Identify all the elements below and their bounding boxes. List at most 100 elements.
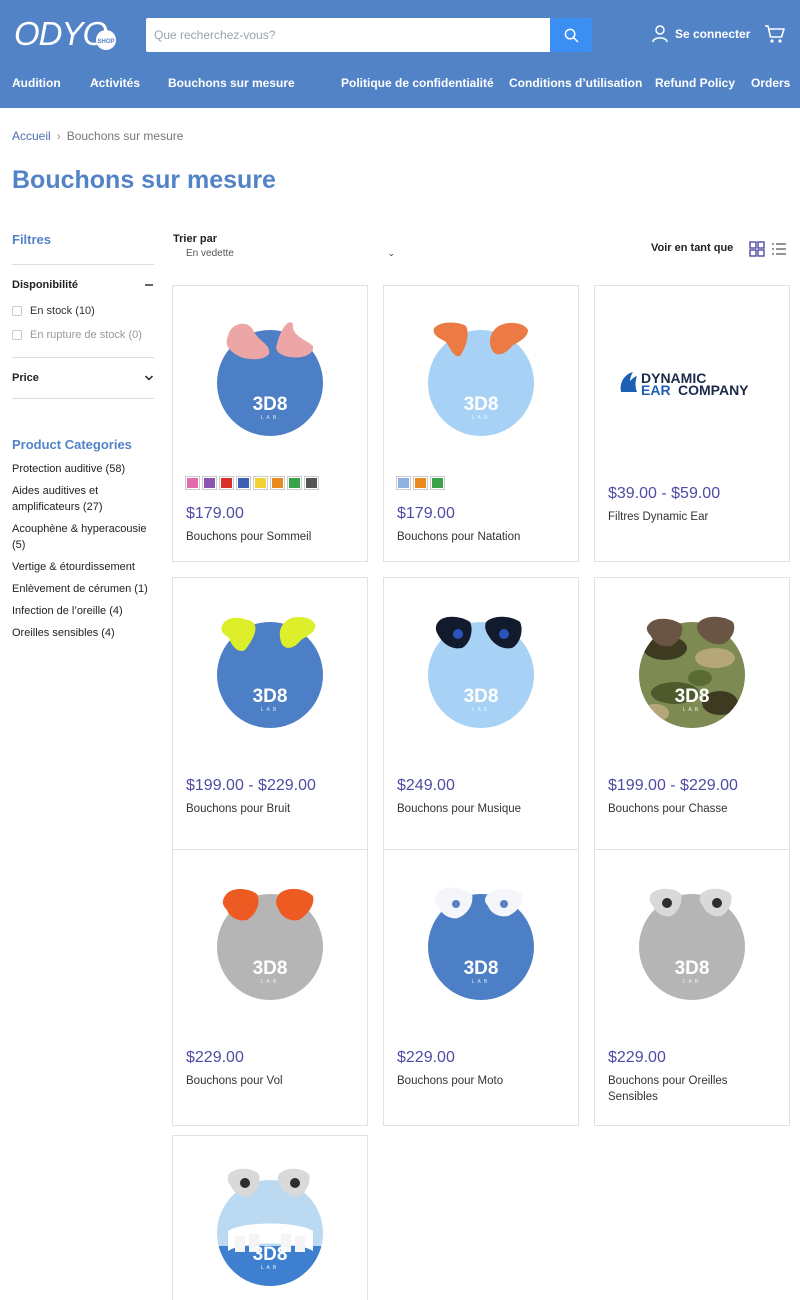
cart-icon <box>765 25 785 43</box>
search-button[interactable] <box>550 18 592 52</box>
product-price: $229.00 <box>397 1049 455 1066</box>
svg-text:LAB: LAB <box>683 707 701 713</box>
product-name[interactable]: Bouchons pour Bruit <box>186 801 358 817</box>
product-name[interactable]: Bouchons pour Musique <box>397 801 569 817</box>
product-name[interactable]: Bouchons pour Chasse <box>608 801 780 817</box>
product-image[interactable]: 3D8 LAB <box>173 1136 367 1300</box>
svg-text:SHOP: SHOP <box>97 39 114 45</box>
category-link[interactable]: Enlèvement de cérumen (1) <box>12 581 154 597</box>
svg-text:3D8: 3D8 <box>253 958 288 979</box>
color-swatch[interactable] <box>185 476 200 490</box>
categories-title: Product Categories <box>12 437 132 452</box>
color-swatch[interactable] <box>413 476 428 490</box>
grid-view-icon[interactable] <box>749 241 765 257</box>
svg-text:COMPANY: COMPANY <box>678 382 749 398</box>
svg-text:3D8: 3D8 <box>464 958 499 979</box>
color-swatch[interactable] <box>287 476 302 490</box>
svg-text:3D8: 3D8 <box>675 686 710 707</box>
color-swatch[interactable] <box>430 476 445 490</box>
checkbox[interactable] <box>12 306 22 316</box>
product-name[interactable]: Bouchons pour Sommeil <box>186 529 358 545</box>
svg-text:LAB: LAB <box>261 1265 279 1271</box>
product-name[interactable]: Bouchons pour Moto <box>397 1073 569 1089</box>
svg-text:LAB: LAB <box>261 415 279 421</box>
category-link[interactable]: Oreilles sensibles (4) <box>12 625 154 641</box>
search-input[interactable] <box>146 18 550 52</box>
product-card[interactable]: 3D8 LAB $179.00 Bouchons pour Sommeil <box>172 285 368 562</box>
list-view-icon[interactable] <box>771 241 787 257</box>
product-card[interactable]: 3D8 LAB $229.00 Bouchons pour Oreilles S… <box>594 849 790 1126</box>
product-image[interactable]: 3D8 LAB <box>384 286 578 472</box>
product-name[interactable]: Bouchons pour Oreilles Sensibles <box>608 1073 780 1105</box>
svg-text:3D8: 3D8 <box>253 1244 288 1265</box>
svg-text:LAB: LAB <box>472 979 490 985</box>
product-name[interactable]: Filtres Dynamic Ear <box>608 509 780 525</box>
site-header: ODYO SHOP Se connecter Audition⌄ Activit… <box>0 0 800 108</box>
product-image[interactable]: 3D8 LAB <box>384 578 578 764</box>
nav-item-bouchons[interactable]: Bouchons sur mesure <box>168 76 295 90</box>
product-name[interactable]: Bouchons pour Vol <box>186 1073 358 1089</box>
category-link[interactable]: Vertige & étourdissement <box>12 559 154 575</box>
nav-item-confidentialite[interactable]: Politique de confidentialité <box>341 76 494 90</box>
color-swatch[interactable] <box>219 476 234 490</box>
odyo-shop-logo[interactable]: ODYO SHOP <box>14 12 126 54</box>
availability-title: Disponibilité <box>12 279 78 291</box>
breadcrumb: Accueil › Bouchons sur mesure <box>12 129 183 143</box>
svg-text:LAB: LAB <box>683 979 701 985</box>
filter-in-stock[interactable]: En stock (10) <box>12 299 154 323</box>
category-link[interactable]: Protection auditive (58) <box>12 461 154 477</box>
color-swatch[interactable] <box>202 476 217 490</box>
product-image[interactable]: DYNAMIC EAR COMPANY <box>595 286 789 472</box>
product-card[interactable]: 3D8 LAB $229.00 Bouchons pour Vol <box>172 849 368 1126</box>
price-filter-toggle[interactable]: Price <box>12 358 154 398</box>
svg-text:EAR: EAR <box>641 382 671 398</box>
product-image[interactable]: 3D8 LAB <box>173 850 367 1036</box>
product-card[interactable]: DYNAMIC EAR COMPANY $39.00 - $59.00 Filt… <box>594 285 790 562</box>
nav-item-refund[interactable]: Refund Policy <box>655 76 735 90</box>
cart-button[interactable] <box>764 24 786 49</box>
color-swatch[interactable] <box>396 476 411 490</box>
breadcrumb-separator: › <box>56 129 61 143</box>
user-icon <box>652 25 668 43</box>
color-swatch[interactable] <box>270 476 285 490</box>
svg-text:3D8: 3D8 <box>253 686 288 707</box>
breadcrumb-home[interactable]: Accueil <box>12 129 51 143</box>
sort-select[interactable]: En vedette ⌄ <box>173 248 395 264</box>
product-card[interactable]: 3D8 LAB $199.00 - $229.00 Bouchons pour … <box>172 577 368 854</box>
breadcrumb-current: Bouchons sur mesure <box>66 129 184 143</box>
filter-out-of-stock[interactable]: En rupture de stock (0) <box>12 323 154 347</box>
color-swatch[interactable] <box>304 476 319 490</box>
account-link[interactable]: Se connecter <box>652 25 750 43</box>
filters-sidebar: Filtres Disponibilité En stock (10) En r… <box>12 232 154 647</box>
category-link[interactable]: Acouphène & hyperacousie (5) <box>12 521 154 553</box>
product-image[interactable]: 3D8 LAB <box>173 286 367 472</box>
product-price: $199.00 - $229.00 <box>186 777 316 794</box>
product-image[interactable]: 3D8 LAB <box>173 578 367 764</box>
chevron-down-icon: ⌄ <box>387 248 395 258</box>
filter-in-stock-label: En stock (10) <box>30 305 95 317</box>
svg-text:3D8: 3D8 <box>464 686 499 707</box>
divider <box>12 398 154 399</box>
product-image[interactable]: 3D8 LAB <box>595 578 789 764</box>
product-card[interactable]: 3D8 LAB $229.00 Bouchons pour Moto <box>383 849 579 1126</box>
checkbox[interactable] <box>12 330 22 340</box>
product-card[interactable]: 3D8 LAB $249.00 Bouchons pour Musique <box>383 577 579 854</box>
product-image[interactable]: 3D8 LAB <box>595 850 789 1036</box>
color-swatch[interactable] <box>236 476 251 490</box>
product-price: $179.00 <box>186 505 244 522</box>
nav-item-orders[interactable]: Orders <box>751 76 790 90</box>
product-card[interactable]: 3D8 LAB $179.00 Bouchons pour Natation <box>383 285 579 562</box>
color-swatch[interactable] <box>253 476 268 490</box>
search-bar <box>146 18 592 52</box>
category-link[interactable]: Infection de l’oreille (4) <box>12 603 154 619</box>
product-image[interactable]: 3D8 LAB <box>384 850 578 1036</box>
product-name[interactable]: Bouchons pour Natation <box>397 529 569 545</box>
dynamic-ear-company-logo: DYNAMIC EAR COMPANY <box>620 370 749 398</box>
nav-item-conditions[interactable]: Conditions d’utilisation <box>509 76 642 90</box>
filters-title: Filtres <box>12 232 52 247</box>
svg-text:LAB: LAB <box>472 707 490 713</box>
product-card[interactable]: 3D8 LAB <box>172 1135 368 1300</box>
category-link[interactable]: Aides auditives et amplificateurs (27) <box>12 483 154 515</box>
product-card[interactable]: 3D8 LAB $199.00 - $229.00 Bouchons pour … <box>594 577 790 854</box>
product-price: $179.00 <box>397 505 455 522</box>
